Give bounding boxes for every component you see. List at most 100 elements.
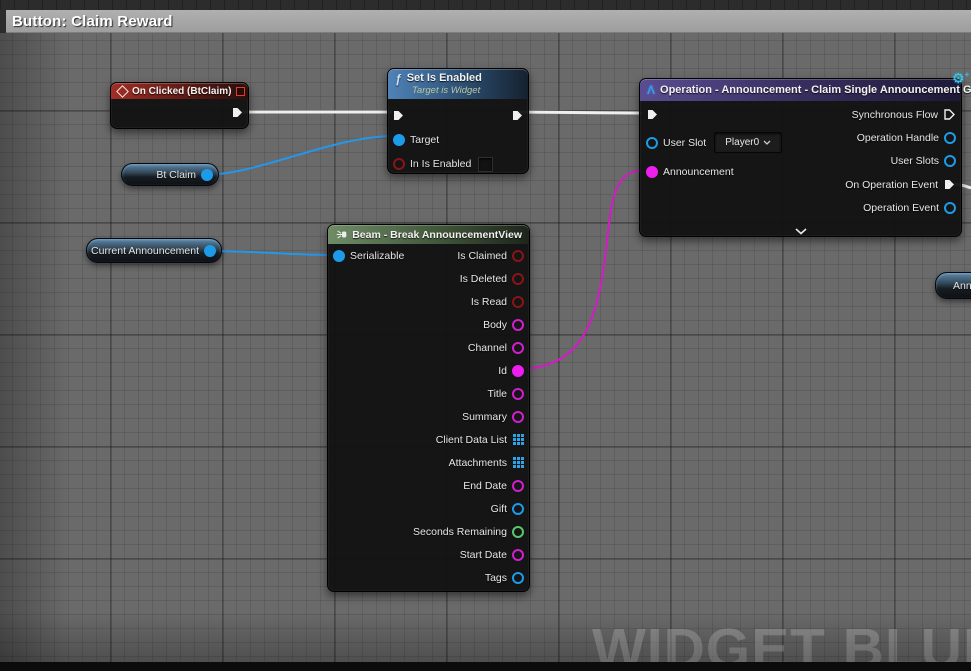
pin-label: Client Data List bbox=[436, 434, 507, 446]
variable-label: Bt Claim bbox=[156, 169, 196, 181]
pin-row: Tags bbox=[328, 566, 529, 589]
array-pin[interactable] bbox=[513, 434, 516, 437]
bool-out-pin[interactable] bbox=[512, 250, 524, 262]
variable-label: Anno bbox=[953, 280, 971, 292]
node-on-clicked[interactable]: On Clicked (BtClaim) bbox=[110, 82, 249, 129]
string-out-pin[interactable] bbox=[512, 365, 524, 377]
pin-label: Attachments bbox=[449, 457, 507, 469]
pin-row: End Date bbox=[328, 474, 529, 497]
node-expand-toggle[interactable] bbox=[640, 228, 961, 235]
exec-out-pin[interactable] bbox=[511, 109, 524, 122]
node-title: On Clicked (BtClaim) bbox=[132, 86, 231, 97]
pin-row: Is Read bbox=[328, 290, 529, 313]
string-out-pin[interactable] bbox=[512, 388, 524, 400]
chevron-down-icon bbox=[763, 140, 771, 145]
variable-node-current-announcement[interactable]: Current Announcement bbox=[86, 238, 222, 263]
object-out-pin[interactable] bbox=[201, 169, 213, 181]
pin-row: User Slots bbox=[845, 150, 956, 173]
user-slot-dropdown[interactable]: Player0 bbox=[714, 132, 782, 153]
pin-label: Tags bbox=[485, 572, 507, 584]
object-in-pin[interactable] bbox=[333, 250, 345, 262]
pin-label: Is Claimed bbox=[457, 250, 507, 262]
comment-header[interactable]: Button: Claim Reward bbox=[6, 10, 971, 33]
pin-label: In Is Enabled bbox=[410, 158, 471, 170]
string-out-pin[interactable] bbox=[512, 342, 524, 354]
operation-output-rows: Synchronous FlowOperation HandleUser Slo… bbox=[845, 103, 956, 220]
variable-node-bt-claim[interactable]: Bt Claim bbox=[121, 163, 219, 186]
object-out-pin[interactable] bbox=[204, 245, 216, 257]
graph-background-outside-comment[interactable] bbox=[0, 0, 971, 10]
bool-out-pin[interactable] bbox=[512, 273, 524, 285]
node-break-announcementview[interactable]: Beam - Break AnnouncementView Is Claimed… bbox=[327, 224, 530, 592]
pin-label: On Operation Event bbox=[845, 179, 938, 191]
variable-label: Current Announcement bbox=[91, 245, 199, 257]
pin-label: Announcement bbox=[663, 166, 734, 178]
node-title: Beam - Break AnnouncementView bbox=[352, 229, 522, 241]
pin-label: Summary bbox=[462, 411, 507, 423]
exec-out-pin[interactable] bbox=[231, 106, 244, 119]
pin-label: Is Deleted bbox=[460, 273, 507, 285]
break-output-rows: Is Claimed Is Deleted Is Read Body Channel Id… bbox=[328, 244, 529, 589]
string-out-pin[interactable] bbox=[512, 319, 524, 331]
blueprint-graph-canvas[interactable]: WIDGET BLUEP Button: Claim Reward On Cli… bbox=[0, 0, 971, 671]
object-in-pin[interactable] bbox=[646, 137, 658, 149]
bottom-edge-bar bbox=[0, 662, 971, 671]
pin-label: Target bbox=[410, 134, 439, 146]
pin-row: Operation Event bbox=[845, 197, 956, 220]
object-wire-btclaim-to-target bbox=[204, 136, 394, 175]
object-wire-announcement-to-serializable bbox=[208, 251, 335, 255]
pin-label: User Slot bbox=[663, 137, 706, 149]
bool-out-pin[interactable] bbox=[512, 296, 524, 308]
string-out-pin[interactable] bbox=[512, 549, 524, 561]
exec-in-pin[interactable] bbox=[392, 109, 405, 122]
pin-label: Start Date bbox=[460, 549, 507, 561]
object-out-pin[interactable] bbox=[944, 132, 956, 144]
delegate-pin[interactable] bbox=[236, 87, 245, 96]
object-out-pin[interactable] bbox=[944, 155, 956, 167]
node-title: Set Is Enabled bbox=[407, 72, 482, 85]
pin-row: Title bbox=[328, 382, 529, 405]
object-in-pin[interactable] bbox=[393, 134, 405, 146]
pin-label: Channel bbox=[468, 342, 507, 354]
exec-out-pin[interactable] bbox=[943, 108, 956, 121]
beamable-logo-icon: Λ bbox=[647, 83, 655, 97]
exec-wire-set-to-operation bbox=[516, 112, 642, 113]
gear-icon[interactable]: ⚙+ bbox=[952, 70, 969, 87]
pin-row: Channel bbox=[328, 336, 529, 359]
pin-row: Synchronous Flow bbox=[845, 103, 956, 126]
pin-row: Gift bbox=[328, 497, 529, 520]
exec-in-pin[interactable] bbox=[646, 108, 659, 121]
exec-out-pin[interactable] bbox=[943, 178, 956, 191]
node-set-is-enabled[interactable]: ƒ Set Is Enabled Target is Widget Target… bbox=[387, 68, 529, 174]
pin-label: Title bbox=[488, 388, 507, 400]
node-subtitle: Target is Widget bbox=[395, 85, 480, 96]
pin-label: Id bbox=[498, 365, 507, 377]
pin-row: Id bbox=[328, 359, 529, 382]
string-wire-id-to-announcement bbox=[518, 170, 645, 369]
pin-label: Is Read bbox=[471, 296, 507, 308]
pin-label: Operation Event bbox=[863, 202, 939, 214]
pin-row: Operation Handle bbox=[845, 126, 956, 149]
node-operation-claim-gift[interactable]: Λ Operation - Announcement - Claim Singl… bbox=[639, 78, 962, 237]
bool-in-pin[interactable] bbox=[393, 158, 405, 170]
function-icon: ƒ bbox=[395, 74, 402, 84]
dropdown-value: Player0 bbox=[725, 137, 759, 148]
pin-label: Serializable bbox=[350, 250, 404, 262]
pin-row: On Operation Event bbox=[845, 173, 956, 196]
break-struct-icon bbox=[335, 229, 347, 240]
pin-row: Client Data List bbox=[328, 428, 529, 451]
string-out-pin[interactable] bbox=[512, 411, 524, 423]
array-pin[interactable] bbox=[513, 457, 516, 460]
pin-label: Gift bbox=[491, 503, 507, 515]
pin-row: Start Date bbox=[328, 543, 529, 566]
bool-checkbox[interactable] bbox=[478, 157, 493, 172]
pin-label: Body bbox=[483, 319, 507, 331]
float-out-pin[interactable] bbox=[512, 526, 524, 538]
pin-row: Is Deleted bbox=[328, 267, 529, 290]
object-out-pin[interactable] bbox=[944, 202, 956, 214]
variable-node-announcement-partial[interactable]: Anno bbox=[935, 272, 971, 299]
object-out-pin[interactable] bbox=[512, 572, 524, 584]
object-out-pin[interactable] bbox=[512, 503, 524, 515]
string-in-pin[interactable] bbox=[646, 166, 658, 178]
string-out-pin[interactable] bbox=[512, 480, 524, 492]
